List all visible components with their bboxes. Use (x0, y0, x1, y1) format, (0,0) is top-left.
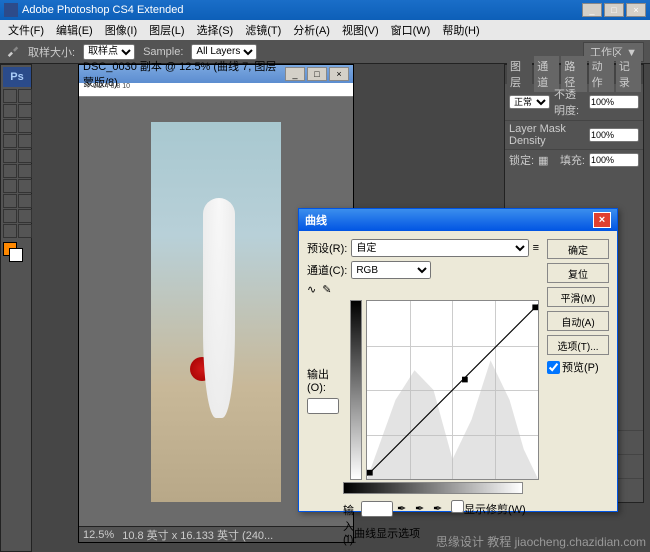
app-icon (4, 3, 18, 17)
input-label: 输入(I): (343, 502, 357, 516)
image-content (151, 122, 281, 502)
dialog-title: 曲线 (305, 212, 327, 228)
minimize-button[interactable]: _ (582, 3, 602, 17)
app-logo-icon: Ps (3, 67, 31, 87)
menu-image[interactable]: 图像(I) (101, 20, 141, 40)
eyedropper-black-icon[interactable]: ✒ (397, 502, 411, 516)
document-titlebar[interactable]: DSC_0030 副本 @ 12.5% (曲线 7, 图层蒙版/8) _ □ × (79, 65, 353, 83)
doc-close[interactable]: × (329, 67, 349, 81)
show-clipping-checkbox[interactable]: 显示修剪(W) (451, 500, 526, 517)
eyedropper-gray-icon[interactable]: ✒ (415, 502, 429, 516)
pen-tool[interactable] (3, 194, 17, 208)
tab-actions[interactable]: 动作 (589, 56, 614, 92)
output-label: 输出(O): (307, 366, 346, 394)
fill-label: 填充: (560, 152, 585, 168)
shape-tool[interactable] (18, 209, 32, 223)
zoom-tool[interactable] (18, 224, 32, 238)
menu-help[interactable]: 帮助(H) (438, 20, 483, 40)
path-tool[interactable] (3, 209, 17, 223)
auto-button[interactable]: 自动(A) (547, 311, 609, 331)
opacity-input[interactable] (589, 95, 639, 109)
eyedropper-icon (6, 43, 20, 60)
stamp-tool[interactable] (3, 149, 17, 163)
status-bar: 12.5% 10.8 英寸 x 16.133 英寸 (240... (79, 526, 353, 542)
marquee-tool[interactable] (18, 89, 32, 103)
history-brush-tool[interactable] (18, 149, 32, 163)
channel-select[interactable]: RGB (351, 261, 431, 279)
app-title: Adobe Photoshop CS4 Extended (22, 4, 183, 16)
tab-layers[interactable]: 图层 (507, 56, 532, 92)
options-button[interactable]: 选项(T)... (547, 335, 609, 355)
blur-tool[interactable] (3, 179, 17, 193)
menu-edit[interactable]: 编辑(E) (52, 20, 97, 40)
curves-dialog: 曲线 × 预设(R): 自定 ≡ 通道(C): RGB ∿ ✎ (298, 208, 618, 512)
preset-label: 预设(R): (307, 240, 347, 256)
menu-file[interactable]: 文件(F) (4, 20, 48, 40)
gradient-tool[interactable] (18, 164, 32, 178)
menubar: 文件(F) 编辑(E) 图像(I) 图层(L) 选择(S) 滤镜(T) 分析(A… (0, 20, 650, 40)
input-gradient (343, 482, 523, 494)
smooth-button[interactable]: 平滑(M) (547, 287, 609, 307)
hand-tool[interactable] (3, 224, 17, 238)
brush-tool[interactable] (18, 134, 32, 148)
menu-layer[interactable]: 图层(L) (145, 20, 188, 40)
doc-maximize[interactable]: □ (307, 67, 327, 81)
sample-label: Sample: (143, 46, 183, 58)
dodge-tool[interactable] (18, 179, 32, 193)
density-label: Layer Mask Density (509, 123, 585, 147)
doc-minimize[interactable]: _ (285, 67, 305, 81)
eyedropper-white-icon[interactable]: ✒ (433, 502, 447, 516)
image-flowers (190, 357, 214, 381)
preset-menu-icon[interactable]: ≡ (533, 242, 539, 254)
menu-filter[interactable]: 滤镜(T) (241, 20, 285, 40)
density-input[interactable] (589, 128, 639, 142)
menu-window[interactable]: 窗口(W) (387, 20, 435, 40)
tab-history[interactable]: 记录 (616, 56, 641, 92)
preset-select[interactable]: 自定 (351, 239, 528, 257)
input-input[interactable] (361, 501, 393, 517)
lock-transparency-icon[interactable]: ▦ (538, 154, 548, 167)
cancel-button[interactable]: 复位 (547, 263, 609, 283)
lasso-tool[interactable] (3, 104, 17, 118)
dialog-titlebar[interactable]: 曲线 × (299, 209, 617, 231)
channel-label: 通道(C): (307, 262, 347, 278)
background-color-swatch[interactable] (9, 248, 23, 262)
output-input[interactable] (307, 398, 339, 414)
preview-checkbox[interactable]: 预览(P) (547, 359, 609, 375)
sample-size-label: 取样大小: (28, 44, 75, 60)
move-tool[interactable] (3, 89, 17, 103)
eyedropper-tool[interactable] (18, 119, 32, 133)
crop-tool[interactable] (3, 119, 17, 133)
opacity-label: 不透明度: (554, 86, 585, 118)
curve-line (367, 301, 538, 479)
menu-view[interactable]: 视图(V) (338, 20, 383, 40)
eraser-tool[interactable] (3, 164, 17, 178)
fill-input[interactable] (589, 153, 639, 167)
curve-draw-icon[interactable]: ∿ (307, 283, 316, 296)
output-gradient (350, 300, 362, 480)
blend-mode-select[interactable]: 正常 (509, 95, 550, 109)
watermark: 思缘设计 教程 jiaocheng.chazidian.com (436, 533, 646, 550)
pencil-draw-icon[interactable]: ✎ (322, 283, 331, 296)
doc-size: 10.8 英寸 x 16.133 英寸 (240... (122, 527, 273, 543)
wand-tool[interactable] (18, 104, 32, 118)
dialog-close-button[interactable]: × (593, 212, 611, 228)
zoom-level[interactable]: 12.5% (83, 529, 114, 541)
healing-tool[interactable] (3, 134, 17, 148)
maximize-button[interactable]: □ (604, 3, 624, 17)
menu-select[interactable]: 选择(S) (193, 20, 238, 40)
type-tool[interactable] (18, 194, 32, 208)
close-button[interactable]: × (626, 3, 646, 17)
menu-analysis[interactable]: 分析(A) (289, 20, 334, 40)
lock-label: 锁定: (509, 152, 534, 168)
ok-button[interactable]: 确定 (547, 239, 609, 259)
curve-graph[interactable] (366, 300, 539, 480)
app-titlebar: Adobe Photoshop CS4 Extended _ □ × (0, 0, 650, 20)
toolbox: Ps (0, 64, 32, 552)
